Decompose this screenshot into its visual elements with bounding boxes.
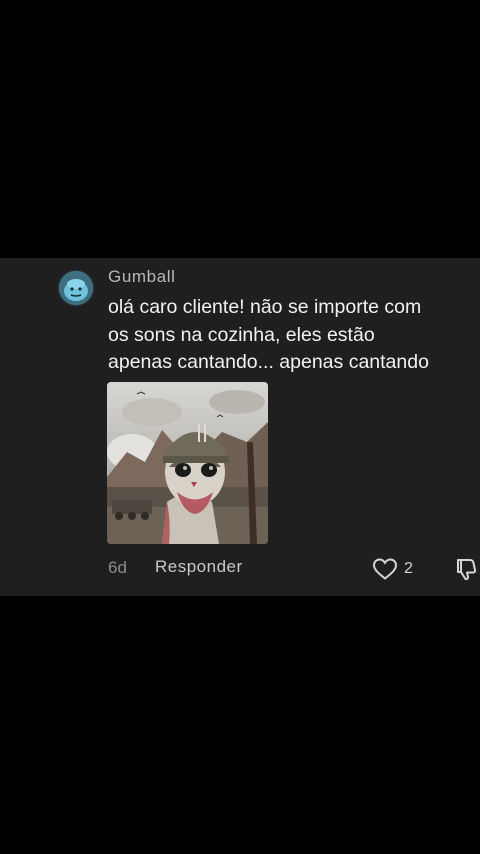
heart-icon xyxy=(372,558,398,580)
comment-text: olá caro cliente! não se importe com os … xyxy=(108,294,476,377)
gumball-avatar-icon xyxy=(59,271,93,305)
avatar[interactable] xyxy=(58,270,94,306)
comment-line: apenas cantando... apenas cantando xyxy=(108,351,429,373)
comment-line: olá caro cliente! não se importe com xyxy=(108,296,422,318)
comment-actions: 6d Responder 2 xyxy=(0,556,480,582)
comment-card: Gumball olá caro cliente! não se importe… xyxy=(0,258,480,596)
screen: Gumball olá caro cliente! não se importe… xyxy=(0,0,480,854)
comment-line: os sons na cozinha, eles estão xyxy=(108,323,375,346)
thumbs-down-icon xyxy=(457,559,477,581)
comment-image[interactable] xyxy=(107,382,268,544)
reply-button[interactable]: Responder xyxy=(155,557,243,577)
dislike-button[interactable] xyxy=(455,557,480,581)
like-button[interactable]: 2 xyxy=(372,556,413,582)
like-count: 2 xyxy=(404,560,413,577)
cat-soldier-meme-image xyxy=(107,382,268,544)
username[interactable]: Gumball xyxy=(108,267,176,287)
comment-time: 6d xyxy=(108,558,127,577)
